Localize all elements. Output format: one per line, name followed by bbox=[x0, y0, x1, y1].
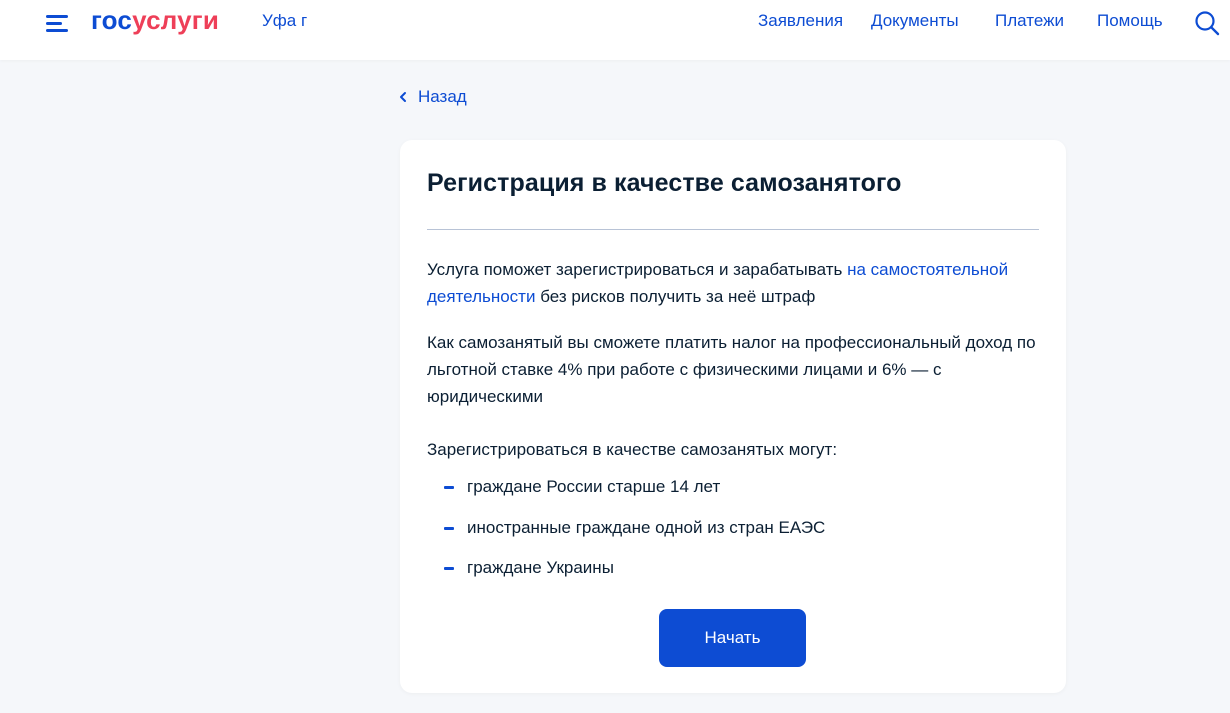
dash-bullet-icon bbox=[444, 526, 454, 530]
nav-payments[interactable]: Платежи bbox=[995, 11, 1064, 31]
list-item: граждане Украины bbox=[427, 554, 1039, 595]
intro-text: Услуга поможет зарегистрироваться и зара… bbox=[427, 256, 1042, 310]
nav-applications[interactable]: Заявления bbox=[758, 11, 843, 31]
nav-help[interactable]: Помощь bbox=[1097, 11, 1163, 31]
list-item: граждане России старше 14 лет bbox=[427, 473, 1039, 514]
dash-bullet-icon bbox=[444, 486, 454, 489]
back-label: Назад bbox=[418, 87, 467, 106]
start-button[interactable]: Начать bbox=[659, 609, 806, 667]
nav-documents[interactable]: Документы bbox=[871, 11, 959, 31]
list-item: иностранные граждане одной из стран ЕАЭС bbox=[427, 514, 1039, 555]
chevron-left-icon bbox=[400, 92, 406, 102]
top-header: госуслуги Уфа г Заявления Документы Плат… bbox=[0, 0, 1230, 60]
main-nav: Заявления Документы Платежи Помощь bbox=[0, 11, 1230, 35]
intro-text-after: без рисков получить за неё штраф bbox=[535, 287, 816, 306]
tax-rate-text: Как самозанятый вы сможете платить налог… bbox=[427, 333, 1036, 406]
list-item-text: граждане Украины bbox=[467, 558, 614, 577]
list-item-text: граждане России старше 14 лет bbox=[467, 477, 721, 496]
eligibility-list: граждане России старше 14 лет иностранны… bbox=[427, 473, 1039, 595]
service-card: Регистрация в качестве самозанятого Услу… bbox=[400, 140, 1066, 693]
dash-bullet-icon bbox=[444, 567, 454, 570]
back-link[interactable]: Назад bbox=[398, 87, 467, 107]
intro-text-before: Услуга поможет зарегистрироваться и зара… bbox=[427, 260, 848, 279]
eligibility-heading: Зарегистрироваться в качестве самозаняты… bbox=[427, 440, 838, 459]
list-item-text: иностранные граждане одной из стран ЕАЭС bbox=[467, 517, 826, 537]
title-divider bbox=[427, 229, 1039, 230]
search-icon[interactable] bbox=[1194, 10, 1220, 36]
page-title: Регистрация в качестве самозанятого bbox=[427, 169, 902, 197]
